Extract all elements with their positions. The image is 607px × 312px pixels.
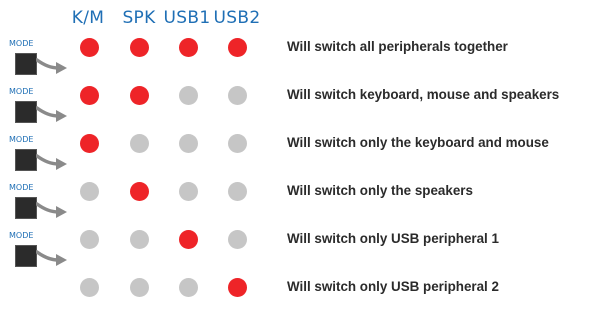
mode-label: MODE bbox=[9, 183, 34, 192]
led-spk-on bbox=[129, 38, 149, 57]
led-km-on bbox=[79, 134, 99, 153]
switch-mode-row: MODE Will switch only the speakers bbox=[0, 168, 607, 219]
led-spk-on bbox=[129, 86, 149, 105]
led-usb1-on bbox=[178, 38, 198, 57]
row-description: Will switch only USB peripheral 2 bbox=[287, 279, 499, 294]
switch-mode-row: MODE Will switch only USB peripheral 1 bbox=[0, 216, 607, 267]
mode-label: MODE bbox=[9, 135, 34, 144]
led-usb1-off bbox=[178, 86, 198, 105]
row-description: Will switch keyboard, mouse and speakers bbox=[287, 87, 560, 102]
led-km-off bbox=[79, 278, 99, 297]
led-usb2-on bbox=[227, 38, 247, 57]
led-usb2-off bbox=[227, 86, 247, 105]
led-km-off bbox=[79, 230, 99, 249]
led-km-on bbox=[79, 86, 99, 105]
led-usb2-on bbox=[227, 278, 247, 297]
led-usb1-off bbox=[178, 182, 198, 201]
mode-label: MODE bbox=[9, 39, 34, 48]
row-description: Will switch only the keyboard and mouse bbox=[287, 135, 549, 150]
row-description: Will switch only the speakers bbox=[287, 183, 473, 198]
led-spk-on bbox=[129, 182, 149, 201]
led-usb2-off bbox=[227, 230, 247, 249]
led-spk-off bbox=[129, 134, 149, 153]
mode-switching-diagram: K/M SPK USB1 USB2 MODE Will switch all pe… bbox=[0, 0, 607, 300]
mode-label: MODE bbox=[9, 87, 34, 96]
switch-mode-row: MODE Will switch all peripherals together bbox=[0, 24, 607, 75]
led-km-on bbox=[79, 38, 99, 57]
row-description: Will switch all peripherals together bbox=[287, 39, 508, 54]
switch-mode-row: MODE Will switch only the keyboard and mo… bbox=[0, 120, 607, 171]
led-usb1-on bbox=[178, 230, 198, 249]
switch-mode-row: MODE Will switch keyboard, mouse and spea… bbox=[0, 72, 607, 123]
led-usb1-off bbox=[178, 134, 198, 153]
led-usb1-off bbox=[178, 278, 198, 297]
led-spk-off bbox=[129, 230, 149, 249]
switch-mode-row: Will switch only USB peripheral 2 bbox=[0, 264, 607, 312]
row-description: Will switch only USB peripheral 1 bbox=[287, 231, 499, 246]
led-usb2-off bbox=[227, 182, 247, 201]
mode-label: MODE bbox=[9, 231, 34, 240]
led-usb2-off bbox=[227, 134, 247, 153]
led-km-off bbox=[79, 182, 99, 201]
led-spk-off bbox=[129, 278, 149, 297]
